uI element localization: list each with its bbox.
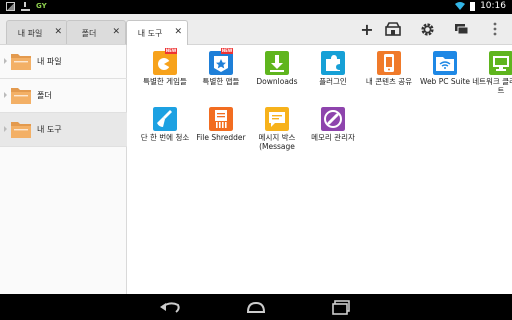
gallery-notification-icon: [6, 2, 15, 11]
games-icon: [153, 51, 177, 75]
overflow-menu-icon[interactable]: [486, 20, 504, 38]
windows-icon[interactable]: [452, 20, 470, 38]
store-icon[interactable]: [384, 20, 402, 38]
tool-web-pc-suite[interactable]: Web PC Suite: [416, 47, 474, 97]
download-notification-icon: [21, 2, 30, 11]
back-icon[interactable]: [158, 299, 182, 315]
tool-one-tap-clean[interactable]: 단 한 번에 청소: [136, 103, 194, 153]
clock: 10:16: [480, 1, 506, 11]
tool-label: 내 콘텐츠 공유: [365, 77, 413, 86]
tool-label: 메시지 박스(Message: [258, 133, 296, 151]
tool-network-client[interactable]: 네트워크 클라이언트: [472, 47, 512, 97]
puzzle-icon: [321, 51, 345, 75]
tools-grid: NEW 특별한 게임들 NEW 특별한 앱들 Downloads 플러그인 내 …: [128, 45, 512, 295]
navigation-bar: [0, 294, 512, 320]
tool-special-games[interactable]: NEW 특별한 게임들: [136, 47, 194, 97]
tool-share-content[interactable]: 내 콘텐츠 공유: [360, 47, 418, 97]
wifi-folder-icon: [433, 51, 457, 75]
tool-label: File Shredder: [196, 133, 246, 142]
tool-message-box[interactable]: 메시지 박스(Message: [248, 103, 306, 153]
share-icon: [377, 51, 401, 75]
tab-label: 내 파일: [17, 29, 43, 38]
sidebar: 내 파일 폴더 내 도구: [0, 45, 127, 295]
tab-my-tools[interactable]: 내 도구 ✕: [126, 20, 188, 45]
tab-close-icon[interactable]: ✕: [174, 27, 182, 37]
tool-label: Web PC Suite: [419, 77, 471, 86]
tool-special-apps[interactable]: NEW 특별한 앱들: [192, 47, 250, 97]
settings-gear-icon[interactable]: [418, 20, 436, 38]
memory-icon: [321, 107, 345, 131]
folder-icon: [11, 54, 31, 70]
broom-icon: [153, 107, 177, 131]
new-badge: NEW: [221, 48, 233, 54]
expand-arrow-icon[interactable]: [4, 126, 7, 132]
tab-folder[interactable]: 폴더 ✕: [66, 20, 126, 44]
home-icon[interactable]: [244, 299, 268, 315]
sidebar-item-my-files[interactable]: 내 파일: [0, 45, 127, 79]
tool-label: 플러그인: [319, 77, 347, 86]
wifi-icon: [455, 2, 466, 10]
status-bar: GY 10:16: [0, 0, 512, 14]
app-notification-icon: GY: [36, 2, 47, 10]
expand-arrow-icon[interactable]: [4, 58, 7, 64]
new-badge: NEW: [165, 48, 177, 54]
sidebar-item-my-tools[interactable]: 내 도구: [0, 113, 127, 147]
monitor-icon: [489, 51, 512, 75]
tab-my-files[interactable]: 내 파일 ✕: [6, 20, 68, 44]
tool-label: Downloads: [256, 77, 298, 86]
sidebar-item-label: 내 도구: [37, 125, 62, 134]
tab-close-icon[interactable]: ✕: [112, 27, 120, 37]
message-icon: [265, 107, 289, 131]
sidebar-item-label: 내 파일: [37, 57, 62, 66]
tab-label: 내 도구: [137, 29, 163, 38]
add-icon[interactable]: +: [358, 20, 376, 39]
tool-file-shredder[interactable]: File Shredder: [192, 103, 250, 153]
folder-icon: [11, 88, 31, 104]
tab-close-icon[interactable]: ✕: [54, 27, 62, 37]
tool-label: 메모리 관리자: [311, 133, 355, 142]
tab-label: 폴더: [81, 29, 97, 38]
tool-label: 네트워크 클라이언트: [472, 77, 512, 95]
content-area: 내 파일 폴더 내 도구 NEW 특별한 게임들 NEW 특별한 앱들 Down…: [0, 44, 512, 295]
sidebar-item-folder[interactable]: 폴더: [0, 79, 127, 113]
tool-downloads[interactable]: Downloads: [248, 47, 306, 97]
tool-label: 특별한 게임들: [143, 77, 187, 86]
tab-bar: 내 파일 ✕ 폴더 ✕ 내 도구 ✕ +: [0, 14, 512, 45]
expand-arrow-icon[interactable]: [4, 92, 7, 98]
tool-label: 특별한 앱들: [202, 77, 240, 86]
folder-icon: [11, 122, 31, 138]
sidebar-item-label: 폴더: [37, 91, 52, 100]
apps-icon: [209, 51, 233, 75]
shredder-icon: [209, 107, 233, 131]
tool-plugins[interactable]: 플러그인: [304, 47, 362, 97]
recent-apps-icon[interactable]: [330, 299, 354, 315]
tool-memory-manager[interactable]: 메모리 관리자: [304, 103, 362, 153]
battery-icon: [470, 1, 476, 11]
tool-label: 단 한 번에 청소: [140, 133, 190, 142]
download-icon: [265, 51, 289, 75]
